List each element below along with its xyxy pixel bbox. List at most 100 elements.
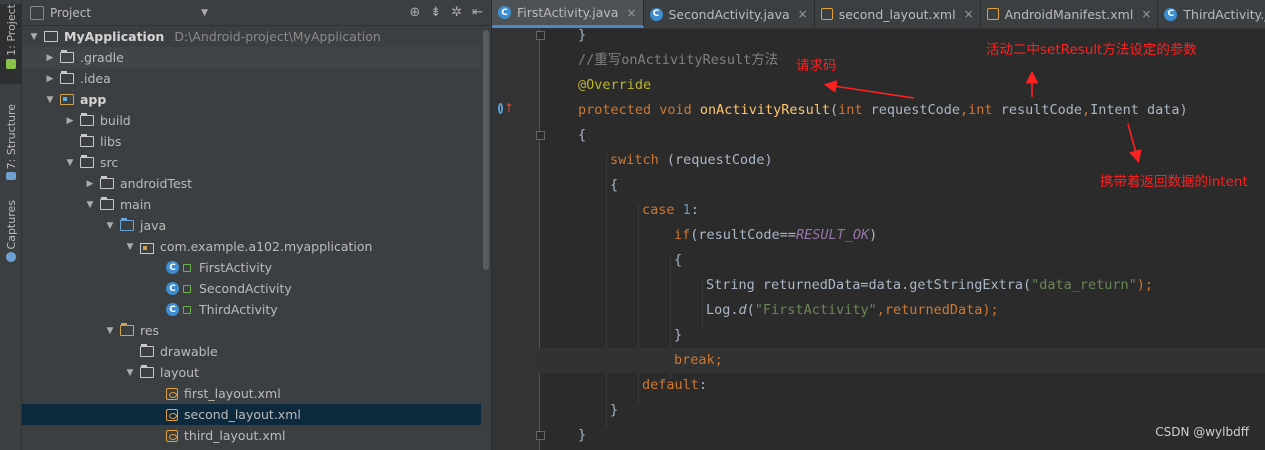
lock-icon — [183, 284, 191, 293]
folder-icon — [140, 365, 154, 378]
tab-firstactivity[interactable]: C FirstActivity.java × — [492, 0, 644, 28]
tool-tab-captures-label: Captures — [4, 200, 18, 250]
expanded-arrow-icon[interactable]: ▼ — [124, 368, 136, 378]
expanded-arrow-icon[interactable]: ▼ — [104, 221, 116, 231]
tree-item-label: .gradle — [80, 50, 124, 65]
tree-item-src[interactable]: ▼ src — [22, 152, 481, 173]
annotation-request-code: 请求码 — [796, 58, 837, 74]
tree-item-second-layout[interactable]: second_layout.xml — [22, 404, 481, 425]
code-line: { — [610, 177, 619, 193]
tree-item-third-layout[interactable]: third_layout.xml — [22, 425, 481, 446]
tree-item-secondactivity[interactable]: C SecondActivity — [22, 278, 481, 299]
expanded-arrow-icon[interactable]: ▼ — [124, 242, 136, 252]
tree-item-idea[interactable]: ▶ .idea — [22, 68, 481, 89]
tool-tab-project-label: 1: Project — [4, 4, 18, 56]
expanded-arrow-icon[interactable]: ▼ — [64, 158, 76, 168]
fold-marker-icon[interactable] — [536, 131, 545, 140]
collapsed-arrow-icon[interactable]: ▶ — [44, 53, 56, 63]
close-icon[interactable]: × — [626, 6, 636, 20]
close-icon[interactable]: × — [1141, 7, 1151, 21]
tab-label: ThirdActivity.java — [1183, 6, 1265, 22]
tree-item-main[interactable]: ▼ main — [22, 194, 481, 215]
collapsed-arrow-icon[interactable]: ▶ — [84, 179, 96, 189]
project-view-title[interactable]: Project — [50, 6, 91, 20]
code-line: } — [578, 427, 587, 443]
fold-marker-icon[interactable] — [536, 431, 545, 440]
tree-item-label: layout — [160, 365, 200, 380]
folder-icon — [80, 134, 94, 147]
tab-label: SecondActivity.java — [668, 6, 790, 22]
collapsed-arrow-icon[interactable]: ▶ — [64, 116, 76, 126]
expanded-arrow-icon[interactable]: ▼ — [44, 95, 56, 105]
tree-scrollbar[interactable] — [483, 30, 489, 270]
tree-item-gradle[interactable]: ▶ .gradle — [22, 47, 481, 68]
class-icon: C — [1164, 7, 1178, 21]
xml-file-icon — [166, 429, 178, 442]
expanded-arrow-icon[interactable]: ▼ — [84, 200, 96, 210]
package-icon — [140, 241, 154, 254]
project-panel-header: Project ▼ ⊕ ⇟ ✲ ⇤ — [22, 0, 491, 26]
tab-secondactivity[interactable]: C SecondActivity.java × — [644, 0, 815, 28]
tree-item-label: libs — [100, 134, 122, 149]
tree-item-first-layout[interactable]: first_layout.xml — [22, 383, 481, 404]
tree-item-drawable[interactable]: ▶ drawable — [22, 341, 481, 362]
tree-item-firstactivity[interactable]: C FirstActivity — [22, 257, 481, 278]
source-folder-icon — [120, 218, 134, 231]
tree-item-label: third_layout.xml — [184, 428, 286, 443]
class-icon: C — [649, 7, 663, 21]
hide-panel-icon[interactable]: ⇤ — [472, 5, 483, 20]
code-line: { — [578, 127, 587, 143]
folder-icon — [80, 113, 94, 126]
tree-item-libs[interactable]: ▶ libs — [22, 131, 481, 152]
tree-item-label: app — [80, 92, 107, 107]
tree-item-java[interactable]: ▼ java — [22, 215, 481, 236]
tab-label: AndroidManifest.xml — [1004, 6, 1134, 22]
tool-window-strip: 1: Project 7: Structure Captures — [0, 0, 22, 450]
tree-item-label: com.example.a102.myapplication — [160, 239, 373, 254]
tool-tab-project[interactable]: 1: Project — [0, 4, 22, 84]
collapsed-arrow-icon[interactable]: ▶ — [44, 74, 56, 84]
lock-icon — [183, 305, 191, 314]
tree-item-label: ThirdActivity — [199, 302, 278, 317]
tool-tab-structure[interactable]: 7: Structure — [0, 104, 22, 180]
expanded-arrow-icon[interactable]: ▼ — [28, 32, 40, 42]
code-line: { — [674, 252, 683, 268]
code-comment: //重写onActivityResult方法 — [578, 52, 779, 68]
tab-thirdactivity[interactable]: C ThirdActivity.java × — [1158, 0, 1265, 28]
structure-icon — [6, 172, 16, 180]
tool-tab-structure-label: 7: Structure — [4, 104, 18, 170]
scroll-from-source-icon[interactable]: ⊕ — [409, 5, 420, 20]
tree-item-build[interactable]: ▶ build — [22, 110, 481, 131]
override-marker-icon[interactable]: ↑ — [498, 101, 514, 115]
tree-item-package[interactable]: ▼ com.example.a102.myapplication — [22, 236, 481, 257]
close-icon[interactable]: × — [964, 7, 974, 21]
expanded-arrow-icon[interactable]: ▼ — [104, 326, 116, 336]
tree-item-thirdactivity[interactable]: C ThirdActivity — [22, 299, 481, 320]
tree-item-res[interactable]: ▼ res — [22, 320, 481, 341]
tab-second-layout[interactable]: second_layout.xml × — [815, 0, 981, 28]
folder-icon — [140, 344, 154, 357]
code-case: case 1: — [642, 202, 699, 218]
collapse-all-icon[interactable]: ⇟ — [430, 5, 441, 20]
code-line: } — [578, 27, 587, 43]
close-icon[interactable]: × — [798, 7, 808, 21]
gear-icon[interactable]: ✲ — [451, 5, 462, 20]
annotation-intent-data: 携带着返回数据的intent — [1100, 174, 1248, 190]
tree-item-androidtest[interactable]: ▶ androidTest — [22, 173, 481, 194]
fold-marker-icon[interactable] — [536, 31, 545, 40]
tool-tab-captures[interactable]: Captures — [0, 200, 22, 262]
project-panel: Project ▼ ⊕ ⇟ ✲ ⇤ ▼ MyApplication D:\And… — [22, 0, 492, 450]
tab-android-manifest[interactable]: AndroidManifest.xml × — [981, 0, 1159, 28]
tree-item-myapplication[interactable]: ▼ MyApplication D:\Android-project\MyApp… — [22, 26, 481, 47]
tree-item-layout[interactable]: ▼ layout — [22, 362, 481, 383]
class-icon: C — [166, 303, 179, 316]
folder-icon — [80, 155, 94, 168]
lock-icon — [183, 263, 191, 272]
view-dropdown-icon[interactable]: ▼ — [201, 8, 208, 18]
tree-item-label: second_layout.xml — [184, 407, 301, 422]
tree-item-label: main — [120, 197, 152, 212]
tree-item-app[interactable]: ▼ app — [22, 89, 481, 110]
code-line: } — [674, 327, 683, 343]
android-icon — [6, 58, 16, 69]
watermark: CSDN @wylbdff — [1155, 425, 1249, 439]
